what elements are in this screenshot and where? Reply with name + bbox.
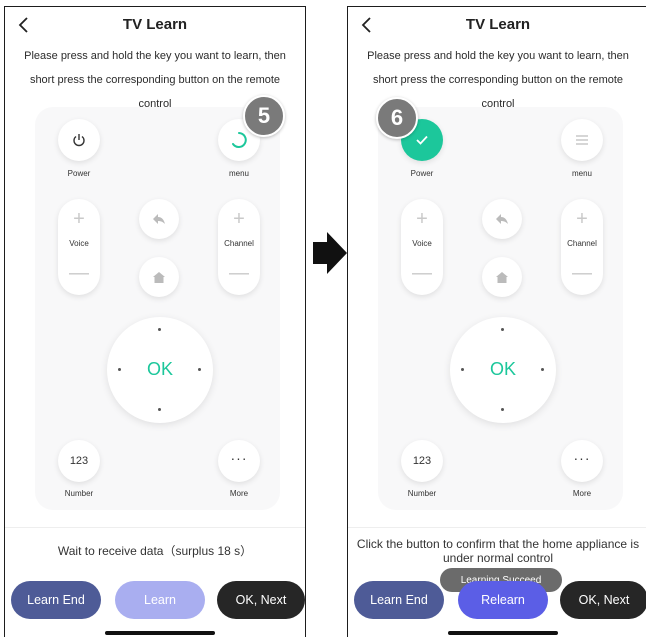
next-step-arrow-icon	[313, 232, 347, 274]
more-button[interactable]: ···	[561, 440, 603, 482]
learn-button[interactable]: Learn	[115, 581, 205, 619]
more-button[interactable]: ···	[218, 440, 260, 482]
voice-rocker[interactable]: + Voice —	[401, 199, 443, 295]
ok-next-button[interactable]: OK, Next	[560, 581, 646, 619]
home-indicator	[105, 631, 215, 635]
learn-end-button[interactable]: Learn End	[354, 581, 444, 619]
loading-spinner-icon	[232, 132, 247, 148]
channel-label: Channel	[567, 239, 597, 248]
down-dot[interactable]	[501, 408, 504, 411]
power-button[interactable]	[58, 119, 100, 161]
home-button[interactable]	[482, 257, 522, 297]
learn-end-button[interactable]: Learn End	[11, 581, 101, 619]
voice-label: Voice	[412, 239, 432, 248]
return-button[interactable]	[139, 199, 179, 239]
home-indicator	[448, 631, 558, 635]
ok-button[interactable]: OK	[107, 359, 213, 380]
menu-icon	[576, 135, 588, 145]
channel-rocker[interactable]: + Channel —	[561, 199, 603, 295]
voice-label: Voice	[69, 239, 89, 248]
channel-rocker[interactable]: + Channel —	[218, 199, 260, 295]
voice-minus-icon[interactable]: —	[401, 263, 443, 283]
step-badge: 5	[243, 95, 285, 137]
down-dot[interactable]	[158, 408, 161, 411]
menu-label: menu	[571, 169, 592, 178]
channel-plus-icon[interactable]: +	[218, 209, 260, 229]
step-badge: 6	[376, 97, 418, 139]
status-text: Wait to receive data（surplus 18 s）	[57, 544, 253, 558]
direction-pad[interactable]: OK	[107, 317, 213, 423]
channel-minus-icon[interactable]: —	[561, 263, 603, 283]
screen-learning-succeeded: TV Learn Please press and hold the key y…	[347, 6, 646, 637]
number-label: Number	[407, 489, 437, 498]
number-button-text: 123	[412, 455, 432, 467]
channel-minus-icon[interactable]: —	[218, 263, 260, 283]
number-label: Number	[64, 489, 94, 498]
return-icon	[496, 214, 508, 224]
page-title: TV Learn	[122, 16, 188, 33]
voice-minus-icon[interactable]: —	[58, 263, 100, 283]
direction-pad[interactable]: OK	[450, 317, 556, 423]
voice-plus-icon[interactable]: +	[58, 209, 100, 229]
number-button[interactable]: 123	[401, 440, 443, 482]
more-dots-icon: ···	[230, 450, 248, 466]
power-label: Power	[67, 169, 91, 178]
remote-panel: Power menu + Voice — + Channel — OK 123 …	[35, 107, 280, 510]
more-dots-icon: ···	[573, 450, 591, 466]
page-title: TV Learn	[465, 16, 531, 33]
screen-learning-waiting: TV Learn Please press and hold the key y…	[4, 6, 306, 637]
number-button[interactable]: 123	[58, 440, 100, 482]
ok-button[interactable]: OK	[450, 359, 556, 380]
relearn-button[interactable]: Relearn	[458, 581, 548, 619]
voice-rocker[interactable]: + Voice —	[58, 199, 100, 295]
divider	[5, 527, 305, 528]
power-icon	[73, 134, 85, 147]
return-icon	[153, 214, 165, 224]
channel-label: Channel	[224, 239, 254, 248]
divider	[348, 527, 646, 528]
ok-next-button[interactable]: OK, Next	[217, 581, 305, 619]
up-dot[interactable]	[501, 328, 504, 331]
return-button[interactable]	[482, 199, 522, 239]
more-label: More	[572, 489, 592, 498]
menu-label: menu	[228, 169, 249, 178]
home-icon	[153, 271, 165, 283]
remote-panel: Power menu + Voice — + Channel — OK 123 …	[378, 107, 623, 510]
number-button-text: 123	[69, 455, 89, 467]
status-text: Click the button to confirm that the hom…	[356, 537, 640, 565]
home-icon	[496, 271, 508, 283]
channel-plus-icon[interactable]: +	[561, 209, 603, 229]
voice-plus-icon[interactable]: +	[401, 209, 443, 229]
menu-button[interactable]	[561, 119, 603, 161]
check-icon	[416, 135, 428, 145]
up-dot[interactable]	[158, 328, 161, 331]
more-label: More	[229, 489, 249, 498]
power-label: Power	[410, 169, 434, 178]
home-button[interactable]	[139, 257, 179, 297]
